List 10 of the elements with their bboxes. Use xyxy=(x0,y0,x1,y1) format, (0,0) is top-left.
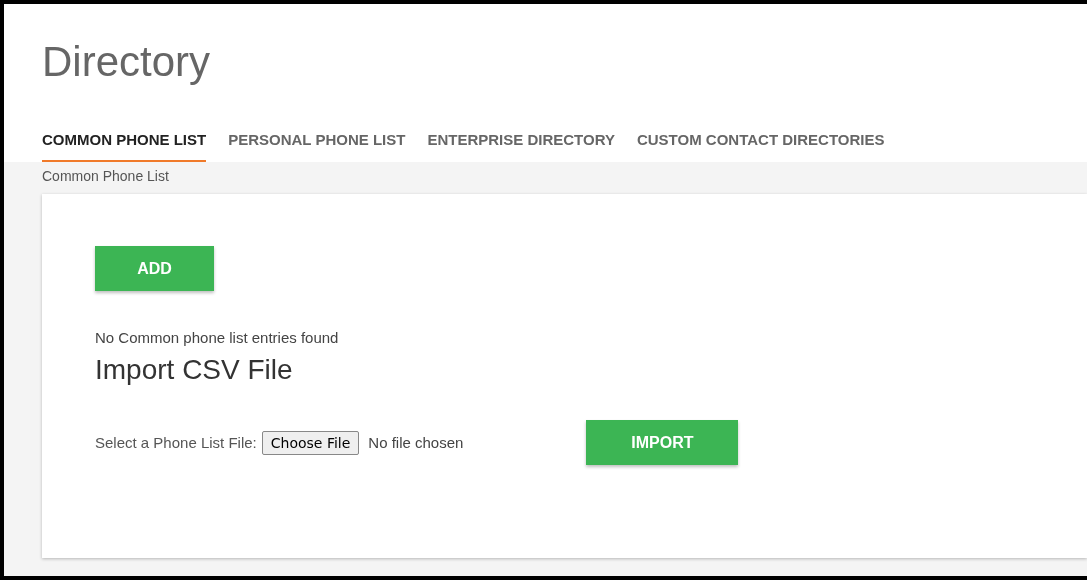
empty-message: No Common phone list entries found xyxy=(95,329,340,346)
choose-file-button[interactable]: Choose File xyxy=(261,430,360,455)
tab[interactable]: CUSTOM CONTACT DIRECTORIES xyxy=(636,131,885,162)
section-heading: Import CSV File xyxy=(95,354,294,386)
tab[interactable]: ENTERPRISE DIRECTORY xyxy=(427,131,615,162)
file-status: No file chosen xyxy=(368,434,464,451)
breadcrumb: Common Phone List xyxy=(42,167,170,186)
page-title: Directory xyxy=(42,37,212,87)
field-label: Select a Phone List File: xyxy=(95,434,257,451)
tab[interactable]: PERSONAL PHONE LIST xyxy=(228,131,406,162)
